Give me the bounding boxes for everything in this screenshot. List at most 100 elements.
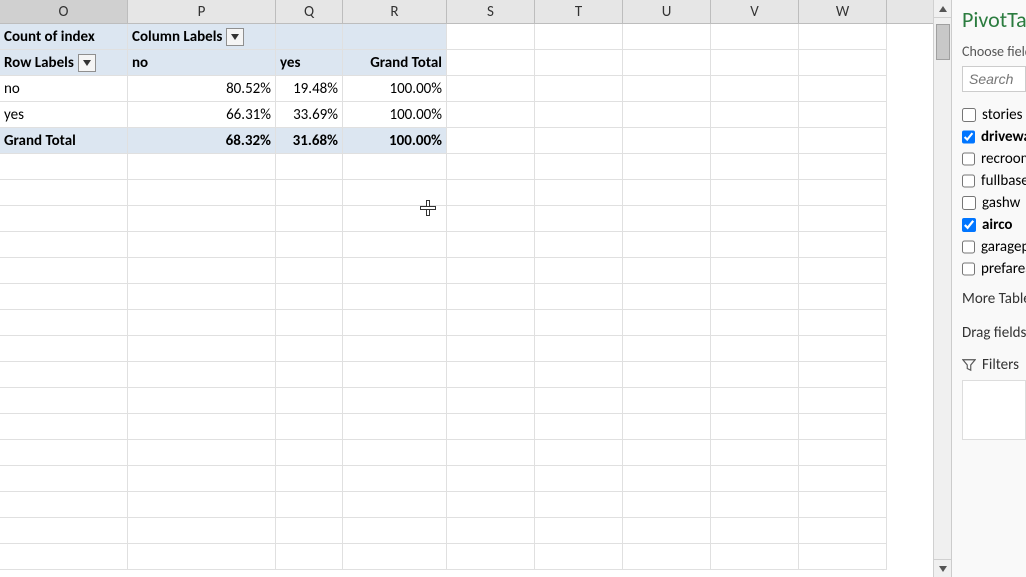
field-item-airco[interactable]: airco <box>962 214 1026 236</box>
scroll-down-button[interactable] <box>934 559 951 577</box>
pivot-corner-cell[interactable]: Count of index <box>0 24 128 50</box>
empty-cell[interactable] <box>276 388 343 414</box>
empty-cell[interactable] <box>276 518 343 544</box>
empty-cell[interactable] <box>128 310 276 336</box>
empty-cell[interactable] <box>799 388 887 414</box>
field-item-prefarea[interactable]: prefarea <box>962 258 1026 280</box>
empty-cell[interactable] <box>128 232 276 258</box>
grand-total-no[interactable]: 68.32% <box>128 128 276 154</box>
empty-cell[interactable] <box>276 310 343 336</box>
empty-cell[interactable] <box>799 544 887 570</box>
column-header-R[interactable]: R <box>343 0 447 23</box>
empty-cell[interactable] <box>535 440 623 466</box>
empty-cell[interactable] <box>447 284 535 310</box>
empty-cell[interactable] <box>128 362 276 388</box>
empty-cell[interactable] <box>128 544 276 570</box>
empty-cell[interactable] <box>535 76 623 102</box>
empty-cell[interactable] <box>623 154 711 180</box>
empty-cell[interactable] <box>0 362 128 388</box>
empty-cell[interactable] <box>535 544 623 570</box>
empty-cell[interactable] <box>447 180 535 206</box>
field-checkbox-stories[interactable] <box>962 108 976 122</box>
empty-cell[interactable] <box>711 518 799 544</box>
empty-cell[interactable] <box>623 180 711 206</box>
grand-total-total[interactable]: 100.00% <box>343 128 447 154</box>
empty-cell[interactable] <box>276 154 343 180</box>
empty-cell[interactable] <box>343 362 447 388</box>
empty-cell[interactable] <box>535 362 623 388</box>
field-search-input[interactable] <box>962 66 1026 92</box>
column-header-Q[interactable]: Q <box>276 0 343 23</box>
cell-value[interactable]: 80.52% <box>128 76 276 102</box>
empty-cell[interactable] <box>711 102 799 128</box>
column-header-P[interactable]: P <box>128 0 276 23</box>
empty-cell[interactable] <box>447 102 535 128</box>
empty-cell[interactable] <box>276 492 343 518</box>
empty-cell[interactable] <box>343 154 447 180</box>
empty-cell[interactable] <box>535 492 623 518</box>
empty-cell[interactable] <box>128 206 276 232</box>
empty-cell[interactable] <box>447 206 535 232</box>
empty-cell[interactable] <box>128 414 276 440</box>
empty-cell[interactable] <box>276 24 343 50</box>
empty-cell[interactable] <box>276 336 343 362</box>
empty-cell[interactable] <box>711 492 799 518</box>
empty-cell[interactable] <box>128 180 276 206</box>
empty-cell[interactable] <box>535 206 623 232</box>
pivot-row-labels-cell[interactable]: Row Labels <box>0 50 128 76</box>
field-item-driveway[interactable]: driveway <box>962 126 1026 148</box>
empty-cell[interactable] <box>711 180 799 206</box>
field-item-gashw[interactable]: gashw <box>962 192 1026 214</box>
empty-cell[interactable] <box>623 284 711 310</box>
empty-cell[interactable] <box>799 154 887 180</box>
empty-cell[interactable] <box>276 440 343 466</box>
empty-cell[interactable] <box>0 388 128 414</box>
grand-total-yes[interactable]: 31.68% <box>276 128 343 154</box>
empty-cell[interactable] <box>711 544 799 570</box>
empty-cell[interactable] <box>799 232 887 258</box>
empty-cell[interactable] <box>128 492 276 518</box>
empty-cell[interactable] <box>535 414 623 440</box>
empty-cell[interactable] <box>343 284 447 310</box>
empty-cell[interactable] <box>276 544 343 570</box>
empty-cell[interactable] <box>799 24 887 50</box>
empty-cell[interactable] <box>128 466 276 492</box>
cell-value[interactable]: 19.48% <box>276 76 343 102</box>
empty-cell[interactable] <box>711 362 799 388</box>
empty-cell[interactable] <box>447 336 535 362</box>
empty-cell[interactable] <box>447 492 535 518</box>
empty-cell[interactable] <box>276 180 343 206</box>
empty-cell[interactable] <box>535 284 623 310</box>
empty-cell[interactable] <box>711 284 799 310</box>
empty-cell[interactable] <box>711 232 799 258</box>
empty-cell[interactable] <box>535 388 623 414</box>
cell-value[interactable]: 66.31% <box>128 102 276 128</box>
empty-cell[interactable] <box>711 440 799 466</box>
grand-total-label[interactable]: Grand Total <box>0 128 128 154</box>
row-label-no[interactable]: no <box>0 76 128 102</box>
empty-cell[interactable] <box>343 206 447 232</box>
row-label-yes[interactable]: yes <box>0 102 128 128</box>
empty-cell[interactable] <box>799 440 887 466</box>
empty-cell[interactable] <box>623 362 711 388</box>
empty-cell[interactable] <box>623 258 711 284</box>
empty-cell[interactable] <box>0 336 128 362</box>
empty-cell[interactable] <box>447 518 535 544</box>
cell-value[interactable]: 100.00% <box>343 76 447 102</box>
empty-cell[interactable] <box>623 414 711 440</box>
cell-grid[interactable]: Count of indexColumn LabelsRow Labelsnoy… <box>0 24 951 570</box>
empty-cell[interactable] <box>0 310 128 336</box>
empty-cell[interactable] <box>535 154 623 180</box>
empty-cell[interactable] <box>623 76 711 102</box>
empty-cell[interactable] <box>276 232 343 258</box>
empty-cell[interactable] <box>447 128 535 154</box>
col-header-grand-total[interactable]: Grand Total <box>343 50 447 76</box>
empty-cell[interactable] <box>447 414 535 440</box>
empty-cell[interactable] <box>447 388 535 414</box>
pivot-column-labels-cell[interactable]: Column Labels <box>128 24 276 50</box>
empty-cell[interactable] <box>799 102 887 128</box>
empty-cell[interactable] <box>0 518 128 544</box>
column-header-T[interactable]: T <box>535 0 623 23</box>
empty-cell[interactable] <box>711 50 799 76</box>
empty-cell[interactable] <box>623 102 711 128</box>
